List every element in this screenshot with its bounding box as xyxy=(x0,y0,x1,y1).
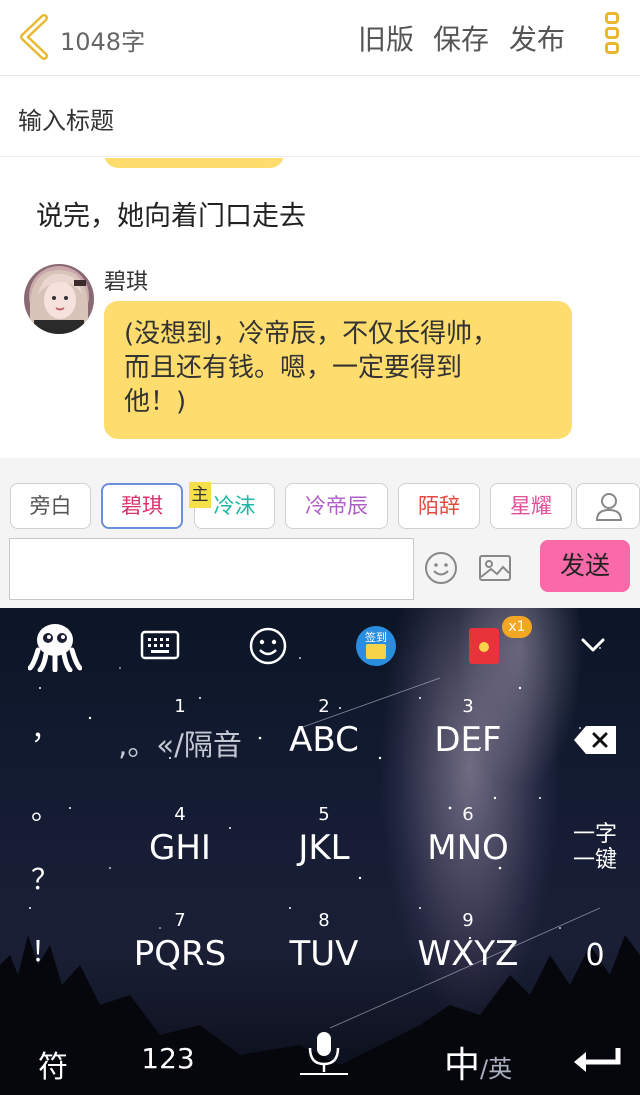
keyboard: 签到 x1 ， 。 ？ ！ 1 ,。«/隔音 2 ABC 3 DEF 4 GHI… xyxy=(0,608,640,1095)
title-placeholder: 输入标题 xyxy=(18,107,114,135)
one-key-line1: 一字 xyxy=(572,822,617,847)
lang-alt: /英 xyxy=(480,1055,513,1083)
one-key-line2: 一键 xyxy=(572,848,617,873)
red-envelope-icon[interactable] xyxy=(469,628,499,664)
back-arrow-icon[interactable] xyxy=(14,14,54,60)
key-0[interactable]: 0 xyxy=(572,938,618,973)
microphone-icon[interactable] xyxy=(296,1028,352,1078)
image-icon[interactable] xyxy=(477,550,513,586)
avatar[interactable] xyxy=(24,264,94,334)
chevron-down-icon[interactable] xyxy=(580,636,606,654)
character-chip-biqi[interactable]: 碧琪 xyxy=(101,483,183,529)
octopus-logo-icon[interactable] xyxy=(28,620,82,672)
bubble-line: 他！) xyxy=(124,387,187,417)
key-8[interactable]: TUV xyxy=(264,934,384,974)
avatar-image xyxy=(24,264,94,334)
character-chip-lengdichen[interactable]: 冷帝辰 xyxy=(285,483,388,529)
character-bar: 旁白 碧琪 冷沫 主 冷帝辰 陌辞 星耀 发送 xyxy=(0,458,640,608)
character-chip-xingyao[interactable]: 星耀 xyxy=(490,483,572,529)
top-bar: 1048字 旧版 保存 发布 xyxy=(0,0,640,76)
publish-button[interactable]: 发布 xyxy=(509,18,565,58)
checkin-calendar-icon[interactable]: 签到 xyxy=(356,626,396,666)
language-switch-key[interactable]: 中/英 xyxy=(444,1036,534,1086)
old-version-button[interactable]: 旧版 xyxy=(358,18,414,58)
numbers-key[interactable]: 123 xyxy=(130,1042,206,1075)
checkin-label: 签到 xyxy=(365,631,387,644)
key-9-number: 9 xyxy=(462,910,474,931)
key-5[interactable]: JKL xyxy=(264,828,384,868)
key-2-number: 2 xyxy=(318,696,330,717)
red-packet-badge: x1 xyxy=(502,616,532,638)
word-count: 1048字 xyxy=(60,28,146,56)
key-8-number: 8 xyxy=(318,910,330,931)
key-6-number: 6 xyxy=(462,804,474,825)
dialog-bubble[interactable]: (没想到，冷帝辰，不仅长得帅， 而且还有钱。嗯，一定要得到 他！) xyxy=(104,301,572,439)
key-4[interactable]: GHI xyxy=(120,828,240,868)
message-input[interactable] xyxy=(9,538,414,600)
save-button[interactable]: 保存 xyxy=(433,18,489,58)
key-4-number: 4 xyxy=(174,804,186,825)
key-6[interactable]: MNO xyxy=(408,828,528,868)
more-menu-icon[interactable] xyxy=(600,12,624,64)
story-content: 说完，她向着门口走去 碧琪 (没想到，冷帝辰，不仅长得帅， 而且还有钱。嗯，一定… xyxy=(0,158,640,458)
send-button[interactable]: 发送 xyxy=(540,540,630,592)
emoji-icon[interactable] xyxy=(423,550,459,586)
emoji-icon[interactable] xyxy=(248,626,288,666)
key-5-number: 5 xyxy=(318,804,330,825)
question-key[interactable]: ？ xyxy=(28,858,62,898)
title-input[interactable]: 输入标题 xyxy=(0,77,640,157)
symbols-key[interactable]: 符 xyxy=(28,1042,78,1086)
person-icon xyxy=(595,493,623,521)
exclamation-key[interactable]: ！ xyxy=(28,930,62,970)
key-3-number: 3 xyxy=(462,696,474,717)
enter-icon[interactable] xyxy=(572,1044,622,1074)
main-character-badge: 主 xyxy=(189,482,211,508)
bubble-line: 而且还有钱。嗯，一定要得到 xyxy=(124,353,463,383)
character-chip-moci[interactable]: 陌辞 xyxy=(398,483,480,529)
comma-key[interactable]: ， xyxy=(28,708,62,748)
key-7-number: 7 xyxy=(174,910,186,931)
backspace-icon[interactable] xyxy=(572,724,618,756)
key-2[interactable]: ABC xyxy=(264,720,384,760)
keyboard-icon[interactable] xyxy=(140,628,180,664)
one-key-button[interactable]: 一字 一键 xyxy=(560,822,630,874)
key-3[interactable]: DEF xyxy=(408,720,528,760)
key-1[interactable]: ,。«/隔音 xyxy=(108,722,252,764)
speaker-name: 碧琪 xyxy=(104,270,149,295)
character-chip-narrator[interactable]: 旁白 xyxy=(10,483,91,529)
key-9[interactable]: WXYZ xyxy=(398,934,538,974)
key-7[interactable]: PQRS xyxy=(110,934,250,974)
lang-main: 中 xyxy=(444,1045,481,1086)
bubble-line: (没想到，冷帝辰，不仅长得帅， xyxy=(124,319,499,349)
period-key[interactable]: 。 xyxy=(28,788,62,828)
narration-text[interactable]: 说完，她向着门口走去 xyxy=(36,194,306,233)
add-character-button[interactable] xyxy=(576,483,640,529)
key-1-number: 1 xyxy=(174,696,186,717)
previous-dialog-bubble[interactable] xyxy=(104,158,284,168)
